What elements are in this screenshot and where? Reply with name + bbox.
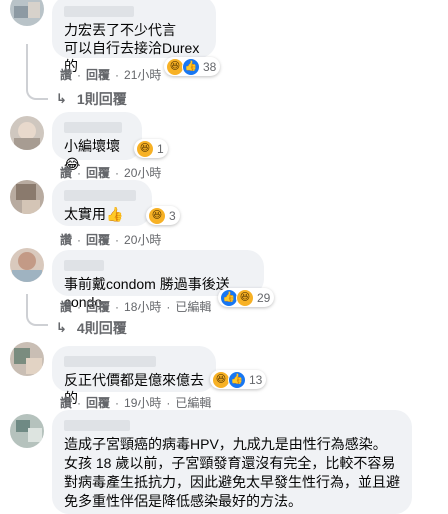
reaction-count: 1	[157, 141, 164, 156]
edited-label[interactable]: 已編輯	[175, 298, 211, 315]
like-button[interactable]: 讚	[60, 394, 72, 411]
reaction-summary[interactable]: 👍 😆 29	[218, 288, 275, 307]
like-icon: 👍	[182, 57, 200, 76]
reply-button[interactable]: 回覆	[86, 394, 110, 411]
commenter-name[interactable]	[64, 122, 122, 133]
avatar[interactable]	[10, 342, 44, 376]
comment-bubble: 太實用👍	[52, 180, 152, 226]
reply-thread-curve	[26, 84, 48, 100]
comment-actions: 讚 · 回覆 · 18小時 · 已編輯	[60, 298, 212, 315]
comment-actions: 讚 · 回覆 · 21小時	[60, 66, 162, 83]
reply-thread-curve	[26, 310, 48, 326]
comment-actions: 讚 · 回覆 · 19小時 · 已編輯	[60, 394, 212, 411]
reaction-count: 13	[249, 372, 263, 387]
reply-thread-line	[26, 44, 28, 84]
reaction-count: 3	[169, 208, 176, 223]
reply-arrow-icon: ↳	[56, 320, 67, 335]
avatar[interactable]	[10, 0, 44, 26]
replies-label: 1則回覆	[76, 91, 127, 107]
reply-thread-line	[26, 294, 28, 310]
reaction-summary[interactable]: 😆 3	[146, 206, 180, 225]
view-replies-link[interactable]: ↳ 1則回覆	[56, 89, 127, 109]
like-button[interactable]: 讚	[60, 66, 72, 83]
comment-actions: 讚 · 回覆 · 20小時	[60, 231, 162, 248]
haha-icon: 😆	[136, 139, 154, 158]
timestamp[interactable]: 20小時	[124, 231, 161, 248]
like-button[interactable]: 讚	[60, 164, 72, 181]
reply-button[interactable]: 回覆	[86, 164, 110, 181]
comment-bubble: 反正代價都是億來億去的	[52, 346, 216, 406]
haha-icon: 😆	[148, 206, 166, 225]
reply-button[interactable]: 回覆	[86, 298, 110, 315]
reaction-summary[interactable]: 😆 👍 13	[210, 370, 267, 389]
reaction-summary[interactable]: 😆 👍 38	[164, 57, 221, 76]
avatar[interactable]	[10, 414, 44, 448]
timestamp[interactable]: 19小時	[124, 394, 161, 411]
haha-icon: 😆	[236, 288, 254, 307]
reply-arrow-icon: ↳	[56, 91, 67, 106]
commenter-name[interactable]	[64, 356, 156, 367]
comment-bubble: 小編壞壞😂	[52, 112, 142, 172]
commenter-name[interactable]	[64, 190, 136, 201]
like-button[interactable]: 讚	[60, 231, 72, 248]
avatar[interactable]	[10, 180, 44, 214]
like-icon: 👍	[228, 370, 246, 389]
reaction-count: 38	[203, 59, 217, 74]
comment-text: 造成子宮頸癌的病毒HPV，九成九是由性行為感染。女孩 18 歲以前，子宮頸發育還…	[64, 436, 400, 509]
commenter-name[interactable]	[64, 420, 130, 431]
edited-label[interactable]: 已編輯	[175, 394, 211, 411]
commenter-name[interactable]	[64, 260, 104, 271]
reaction-count: 29	[257, 290, 271, 305]
like-button[interactable]: 讚	[60, 298, 72, 315]
comment-bubble: 力宏丟了不少代言 可以自行去接洽Durex的	[52, 0, 216, 74]
reaction-summary[interactable]: 😆 1	[134, 139, 168, 158]
timestamp[interactable]: 20小時	[124, 164, 161, 181]
commenter-name[interactable]	[64, 6, 134, 17]
comment-text: 太實用👍	[64, 206, 124, 222]
reply-button[interactable]: 回覆	[86, 66, 110, 83]
timestamp[interactable]: 18小時	[124, 298, 161, 315]
avatar[interactable]	[10, 116, 44, 150]
timestamp[interactable]: 21小時	[124, 66, 161, 83]
avatar[interactable]	[10, 248, 44, 282]
view-replies-link[interactable]: ↳ 4則回覆	[56, 318, 127, 338]
reply-button[interactable]: 回覆	[86, 231, 110, 248]
comment-bubble: 造成子宮頸癌的病毒HPV，九成九是由性行為感染。女孩 18 歲以前，子宮頸發育還…	[52, 410, 412, 514]
replies-label: 4則回覆	[76, 320, 127, 336]
comment-actions: 讚 · 回覆 · 20小時	[60, 164, 162, 181]
